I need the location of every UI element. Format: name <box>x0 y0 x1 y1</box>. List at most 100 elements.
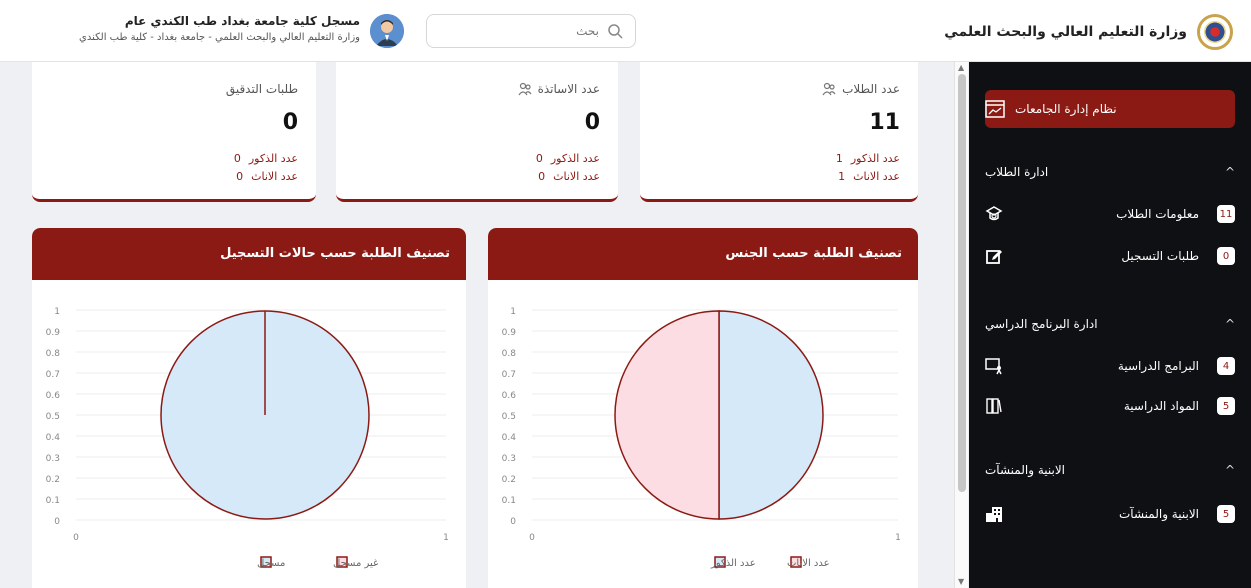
student-icon <box>985 205 1003 223</box>
sidebar-item-university-system[interactable]: نظام إدارة الجامعات <box>985 90 1235 128</box>
section-title: الابنية والمنشآت <box>985 463 1066 477</box>
card-title: عدد الاساتذة <box>537 82 600 96</box>
card-females-row: عدد الاناث1 <box>838 170 900 183</box>
x-tick-label: 1 <box>443 533 449 543</box>
y-tick-label: 0.7 <box>46 370 60 380</box>
x-tick-label: 0 <box>73 533 79 543</box>
count-badge: 5 <box>1217 505 1235 523</box>
ministry-logo-icon <box>1197 14 1233 50</box>
user-name: مسجل كلية جامعة بغداد طب الكندي عام <box>124 14 360 28</box>
legend-label: عدد الذكور <box>710 558 756 569</box>
pie-slice <box>718 310 824 520</box>
section-title: ادارة الطلاب <box>985 165 1049 179</box>
brand[interactable]: وزارة التعليم العالي والبحث العلمي <box>944 12 1233 52</box>
card-title: طلبات التدقيق <box>225 82 298 96</box>
sidebar-item-label: البرامج الدراسية <box>1117 359 1199 373</box>
y-tick-label: 0.9 <box>502 328 517 338</box>
y-tick-label: 0.4 <box>502 433 517 443</box>
y-tick-label: 0.6 <box>46 391 61 401</box>
card-value: 0 <box>282 110 298 135</box>
y-tick-label: 0.1 <box>502 496 516 506</box>
gender-pie-chart: 1 0.9 0.8 0.7 0.6 0.5 0.4 0.3 0.2 0.1 0 0 1 عدد الانا… <box>502 307 901 569</box>
y-tick-label: 0.4 <box>46 433 61 443</box>
legend-label: مسجل <box>257 558 285 569</box>
chevron-up-icon[interactable]: ^ <box>1225 317 1235 331</box>
legend-label: عدد الاناث <box>787 558 830 569</box>
sidebar-item-label: طلبات التسجيل <box>1121 249 1199 263</box>
registration-pie-chart: 1 0.9 0.8 0.7 0.6 0.5 0.4 0.3 0.2 0.1 0 0 1 غير مسجل م… <box>46 307 449 569</box>
y-tick-label: 0.8 <box>46 349 61 359</box>
card-females-row: عدد الاناث0 <box>538 170 600 183</box>
card-males-row: عدد الذكور0 <box>535 152 600 165</box>
y-tick-label: 0.7 <box>502 370 516 380</box>
section-program-management[interactable]: ادارة البرنامج الدراسي ^ <box>985 312 1235 336</box>
users-icon <box>518 82 532 96</box>
y-tick-label: 0 <box>510 517 516 527</box>
scroll-up-icon[interactable]: ▲ <box>958 64 966 72</box>
x-tick-label: 0 <box>529 533 535 543</box>
chart-title: تصنيف الطلبة حسب حالات التسجيل <box>220 246 450 261</box>
search-input[interactable] <box>439 15 599 47</box>
section-buildings[interactable]: الابنية والمنشآت ^ <box>985 458 1235 482</box>
section-student-management[interactable]: ادارة الطلاب ^ <box>985 160 1235 184</box>
sidebar-item-label: المواد الدراسية <box>1123 399 1199 413</box>
card-title: عدد الطلاب <box>842 82 900 96</box>
y-tick-label: 0.1 <box>46 496 60 506</box>
y-tick-label: 1 <box>54 307 60 317</box>
chart-panel-gender: تصنيف الطلبة حسب الجنس 1 0.9 0.8 0.7 0.6 0.5 0… <box>488 228 918 588</box>
top-header: وزارة التعليم العالي والبحث العلمي مسجل … <box>0 0 1251 62</box>
sidebar-item-study-programs[interactable]: البرامج الدراسية 4 <box>985 354 1235 378</box>
card-value: 0 <box>584 110 600 135</box>
scroll-thumb[interactable] <box>958 74 966 492</box>
sidebar-item-buildings[interactable]: الابنية والمنشآت 5 <box>985 502 1235 526</box>
y-tick-label: 0.2 <box>46 475 60 485</box>
y-tick-label: 0.5 <box>502 412 516 422</box>
y-tick-label: 0.2 <box>502 475 516 485</box>
presentation-icon <box>985 357 1003 375</box>
y-tick-label: 0.8 <box>502 349 517 359</box>
search-box[interactable] <box>426 14 636 48</box>
sidebar-item-label: معلومات الطلاب <box>1116 207 1199 221</box>
y-tick-label: 0.5 <box>46 412 60 422</box>
chevron-up-icon[interactable]: ^ <box>1225 165 1235 179</box>
user-subtitle: وزارة التعليم العالي والبحث العلمي - جام… <box>79 32 360 43</box>
y-tick-label: 0.9 <box>46 328 61 338</box>
sidebar-active-label: نظام إدارة الجامعات <box>1015 102 1117 116</box>
chart-panel-registration: تصنيف الطلبة حسب حالات التسجيل 1 0.9 0.8 0.… <box>32 228 466 588</box>
card-students: عدد الطلاب 11 عدد الذكور1 عدد الاناث1 <box>640 62 918 202</box>
scroll-down-icon[interactable]: ▼ <box>958 578 966 586</box>
card-professors: عدد الاساتذة 0 عدد الذكور0 عدد الاناث0 <box>336 62 618 202</box>
count-badge: 11 <box>1217 205 1235 223</box>
sidebar: نظام إدارة الجامعات ادارة الطلاب ^ معلوم… <box>969 62 1251 588</box>
y-tick-label: 0.3 <box>46 454 60 464</box>
section-title: ادارة البرنامج الدراسي <box>985 317 1098 331</box>
pie-slice <box>614 310 720 520</box>
sidebar-item-label: الابنية والمنشآت <box>1118 507 1199 521</box>
count-badge: 4 <box>1217 357 1235 375</box>
brand-title: وزارة التعليم العالي والبحث العلمي <box>944 24 1187 40</box>
user-info[interactable]: مسجل كلية جامعة بغداد طب الكندي عام وزار… <box>52 14 404 50</box>
search-icon <box>608 24 623 39</box>
card-females-row: عدد الاناث0 <box>236 170 298 183</box>
y-tick-label: 0 <box>54 517 60 527</box>
chevron-up-icon[interactable]: ^ <box>1225 463 1235 477</box>
content-scrollbar[interactable]: ▲ ▼ <box>954 62 968 588</box>
users-icon <box>822 82 836 96</box>
count-badge: 0 <box>1217 247 1235 265</box>
y-tick-label: 0.6 <box>502 391 517 401</box>
sidebar-item-student-info[interactable]: معلومات الطلاب 11 <box>985 202 1235 226</box>
sidebar-item-registration-requests[interactable]: طلبات التسجيل 0 <box>985 244 1235 268</box>
avatar[interactable] <box>370 14 404 48</box>
legend-label: غير مسجل <box>333 558 378 569</box>
building-icon <box>985 505 1003 523</box>
sidebar-item-courses[interactable]: المواد الدراسية 5 <box>985 394 1235 418</box>
card-males-row: عدد الذكور1 <box>835 152 900 165</box>
books-icon <box>985 397 1003 415</box>
chart-window-icon <box>985 100 1005 118</box>
card-value: 11 <box>869 110 900 135</box>
y-tick-label: 0.3 <box>502 454 516 464</box>
count-badge: 5 <box>1217 397 1235 415</box>
chart-title: تصنيف الطلبة حسب الجنس <box>725 246 902 261</box>
x-tick-label: 1 <box>895 533 901 543</box>
y-tick-label: 1 <box>510 307 516 317</box>
